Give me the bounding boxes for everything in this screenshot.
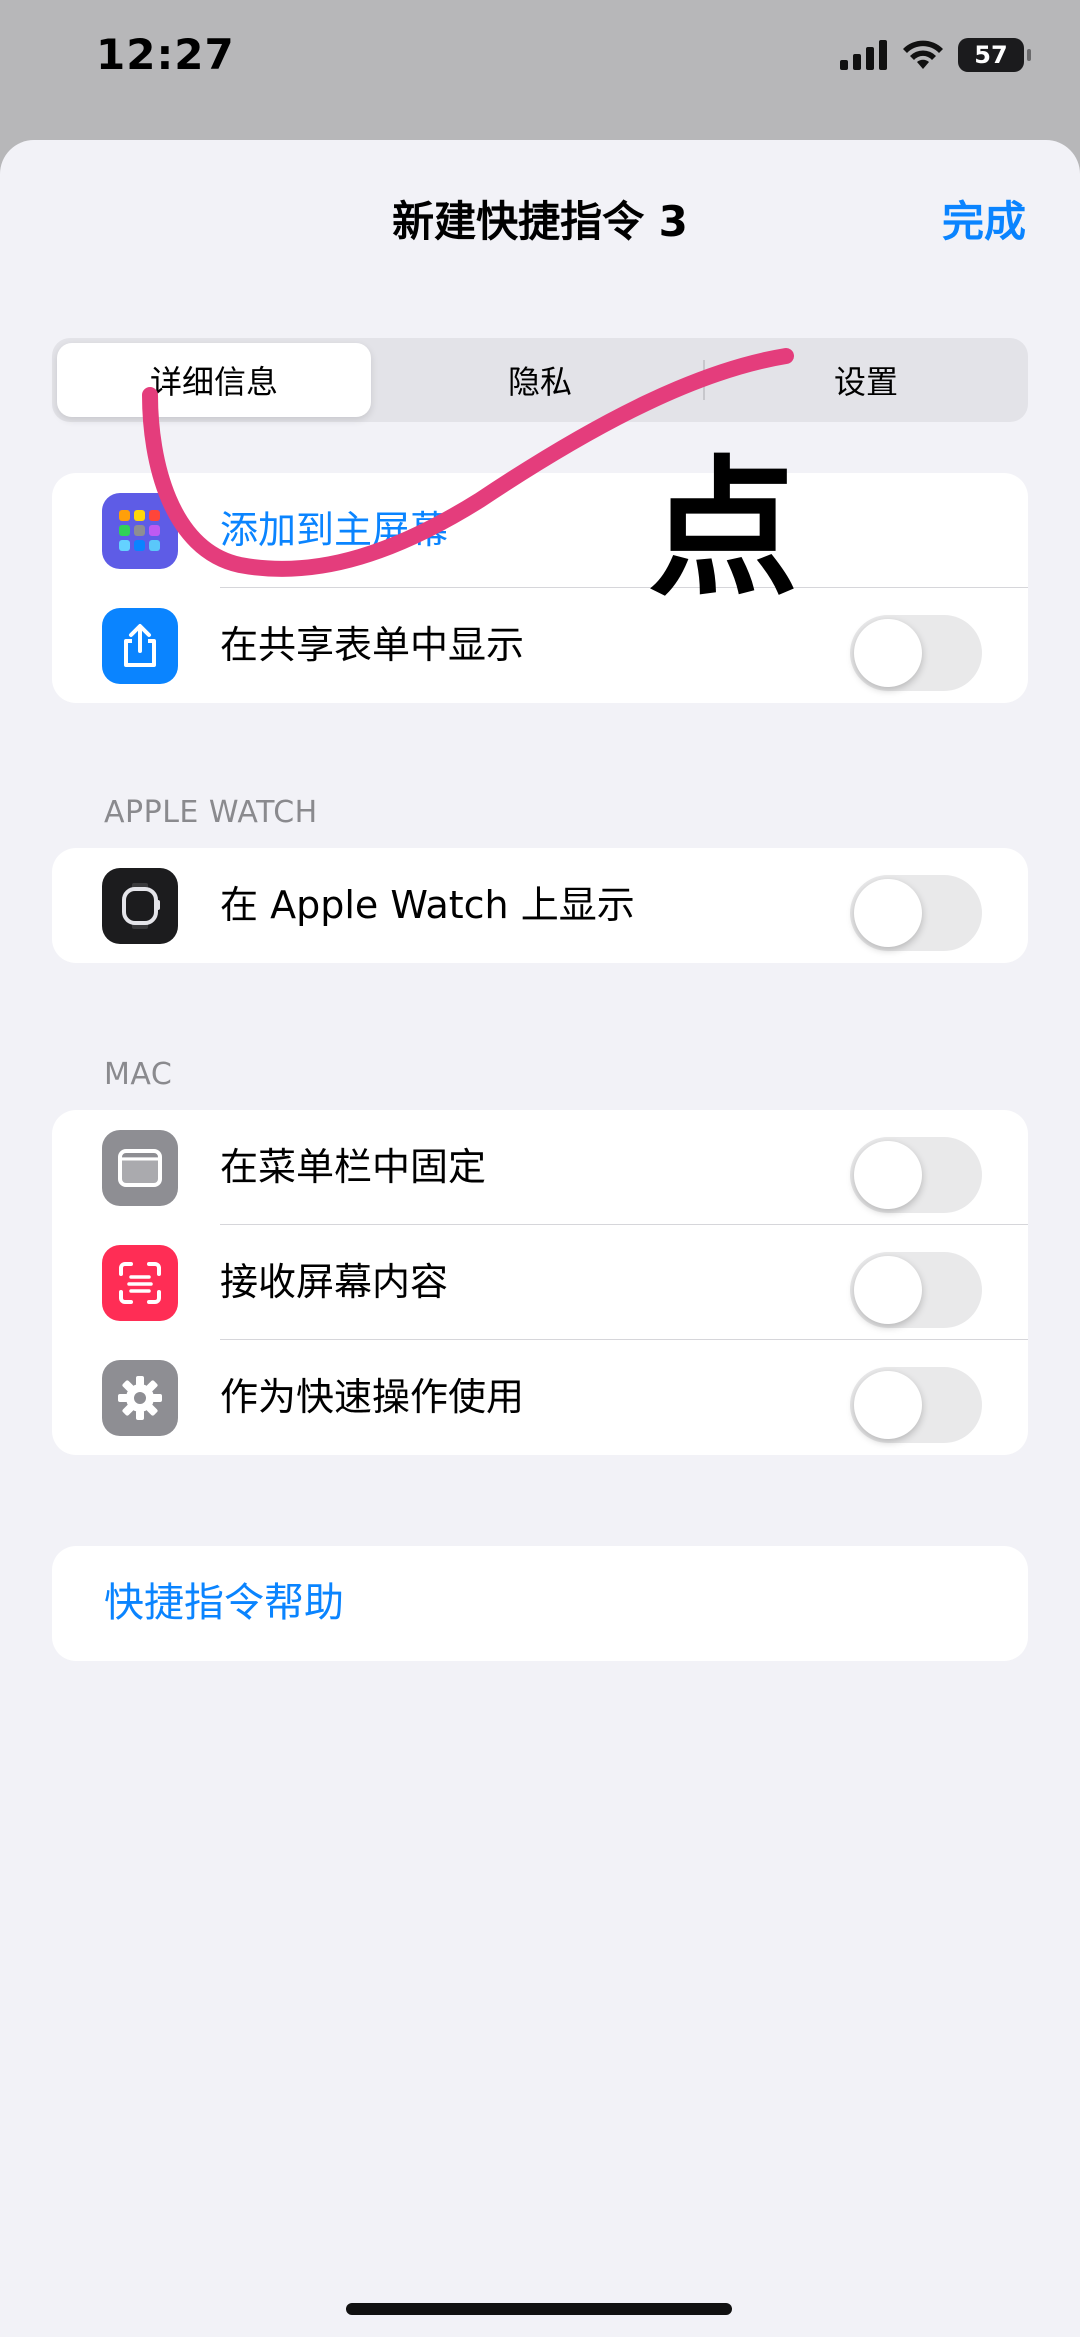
receive-screen-label: 接收屏幕内容 [220, 1260, 449, 1304]
share-sheet-row: 在共享表单中显示 [52, 588, 1028, 703]
apple-watch-header: APPLE WATCH [104, 795, 318, 830]
menu-bar-toggle[interactable] [850, 1137, 982, 1213]
mac-header: MAC [104, 1057, 173, 1092]
menu-bar-row: 在菜单栏中固定 [52, 1110, 1028, 1225]
share-sheet-label: 在共享表单中显示 [220, 623, 525, 667]
toggle-knob [854, 1141, 922, 1209]
shortcuts-help-link[interactable]: 快捷指令帮助 [104, 1546, 344, 1661]
receive-screen-toggle[interactable] [850, 1252, 982, 1328]
share-sheet-toggle[interactable] [850, 615, 982, 691]
cellular-signal-icon [840, 40, 887, 70]
menu-bar-label: 在菜单栏中固定 [220, 1145, 487, 1189]
apple-watch-label: 在 Apple Watch 上显示 [220, 883, 635, 927]
apple-watch-toggle[interactable] [850, 875, 982, 951]
help-group: 快捷指令帮助 [52, 1546, 1028, 1661]
tab-details[interactable]: 详细信息 [57, 343, 371, 417]
battery-level: 57 [974, 41, 1008, 69]
quick-action-row: 作为快速操作使用 [52, 1340, 1028, 1455]
battery-icon: 57 [958, 38, 1031, 72]
general-group: 添加到主屏幕 在共享表单中显示 [52, 473, 1028, 703]
status-bar: 12:27 57 [0, 0, 1080, 140]
page-title: 新建快捷指令 3 [392, 197, 688, 246]
add-to-home-label: 添加到主屏幕 [220, 508, 449, 552]
wifi-icon [903, 40, 943, 69]
toggle-knob [854, 1371, 922, 1439]
home-indicator [346, 2303, 732, 2315]
annotation-text: 点 [648, 443, 799, 617]
gear-icon [102, 1360, 178, 1436]
toggle-knob [854, 879, 922, 947]
status-time: 12:27 [96, 30, 235, 79]
mac-group: 在菜单栏中固定 接收屏幕内容 作为快速操作使用 [52, 1110, 1028, 1455]
settings-sheet: 新建快捷指令 3 完成 详细信息 隐私 设置 添加到主屏幕 在共享表单中显示 A… [0, 140, 1080, 2337]
home-screen-icon [102, 493, 178, 569]
window-icon [102, 1130, 178, 1206]
toggle-knob [854, 1256, 922, 1324]
apple-watch-icon [102, 868, 178, 944]
tab-settings[interactable]: 设置 [709, 343, 1023, 417]
receive-screen-row: 接收屏幕内容 [52, 1225, 1028, 1340]
share-icon [102, 608, 178, 684]
tab-privacy[interactable]: 隐私 [383, 343, 697, 417]
toggle-knob [854, 619, 922, 687]
apple-watch-row: 在 Apple Watch 上显示 [52, 848, 1028, 963]
screen-capture-icon [102, 1245, 178, 1321]
segmented-control: 详细信息 隐私 设置 [52, 338, 1028, 422]
apple-watch-group: 在 Apple Watch 上显示 [52, 848, 1028, 963]
add-to-home-row[interactable]: 添加到主屏幕 [52, 473, 1028, 588]
done-button[interactable]: 完成 [942, 188, 1026, 249]
segment-divider [703, 360, 705, 400]
status-icons: 57 [840, 38, 1031, 72]
quick-action-label: 作为快速操作使用 [220, 1375, 525, 1419]
quick-action-toggle[interactable] [850, 1367, 982, 1443]
